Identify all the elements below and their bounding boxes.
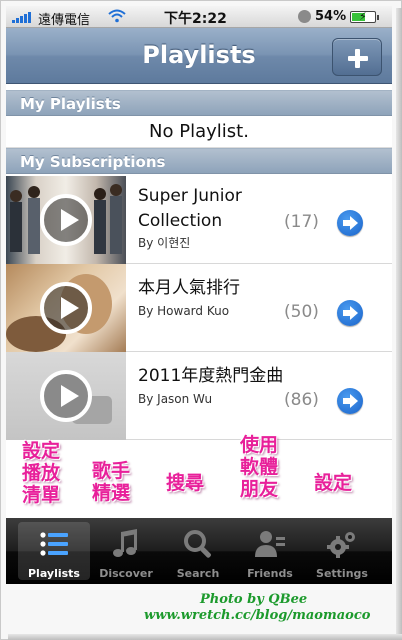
playlist-track-count: (50) (284, 302, 319, 322)
tab-friends[interactable]: Friends (234, 522, 306, 580)
signal-icon (12, 12, 34, 23)
section-header-my-playlists: My Playlists (6, 90, 392, 116)
playlist-track-count: (17) (284, 212, 319, 232)
status-time: 下午2:22 (164, 11, 227, 27)
playlist-title-line2: Collection (138, 211, 223, 231)
wifi-icon (108, 9, 126, 23)
annotation-playlists: 設定 播放 清單 (22, 440, 61, 506)
playlist-author: By 이현진 (138, 236, 191, 250)
tab-label: Settings (316, 567, 368, 580)
status-bar: 遠傳電信 下午2:22 54% ⚡ (6, 6, 392, 28)
arrow-right-icon[interactable] (337, 300, 363, 326)
search-icon (184, 530, 211, 558)
watermark-credit: Photo by QBee (200, 592, 308, 607)
phone-screen: 遠傳電信 下午2:22 54% ⚡ Playlists My Playlists… (6, 6, 392, 584)
playlist-author: By Jason Wu (138, 392, 213, 406)
watermark-url: www.wretch.cc/blog/maomaoco (144, 608, 371, 623)
playlist-title: 本月人氣排行 (138, 278, 240, 298)
add-playlist-button[interactable] (332, 38, 382, 76)
subscription-row[interactable]: Super Junior Collection By 이현진 (17) (6, 176, 392, 264)
play-icon (40, 194, 92, 246)
tab-label: Friends (247, 567, 293, 580)
playlist-thumbnail (6, 176, 126, 264)
playlist-author: By Howard Kuo (138, 304, 230, 318)
play-icon (40, 370, 92, 422)
carrier-name: 遠傳電信 (38, 13, 91, 28)
navigation-bar: Playlists (6, 28, 392, 84)
frame-shadow-bottom (8, 634, 402, 640)
arrow-right-icon[interactable] (337, 210, 363, 236)
playlist-thumbnail (6, 352, 126, 440)
music-note-icon (113, 529, 137, 557)
tab-discover[interactable]: Discover (90, 522, 162, 580)
friends-icon (255, 531, 285, 557)
rotation-lock-icon (298, 10, 311, 23)
tab-settings[interactable]: Settings (306, 522, 378, 580)
subscription-row[interactable]: 2011年度熱門金曲 By Jason Wu (86) (6, 352, 392, 440)
playlist-title: Super Junior (138, 186, 242, 206)
tab-label: Playlists (28, 567, 80, 580)
annotation-area: 設定 播放 清單 歌手 精選 搜尋 使用 軟體 朋友 設定 (6, 434, 392, 518)
tab-label: Discover (99, 567, 153, 580)
gear-icon (327, 532, 355, 558)
empty-playlist-message: No Playlist. (6, 116, 392, 148)
tab-search[interactable]: Search (162, 522, 234, 580)
arrow-right-icon[interactable] (337, 388, 363, 414)
playlist-thumbnail (6, 264, 126, 352)
tab-bar: Playlists Discover Search Friends Settin… (6, 518, 392, 584)
playlist-title: 2011年度熱門金曲 (138, 366, 284, 386)
subscription-row[interactable]: 本月人氣排行 By Howard Kuo (50) (6, 264, 392, 352)
frame-shadow-right (396, 8, 402, 640)
annotation-friends: 使用 軟體 朋友 (240, 434, 279, 500)
annotation-search: 搜尋 (166, 472, 205, 494)
battery-percent: 54% (315, 9, 347, 24)
battery-icon: ⚡ (350, 10, 379, 23)
play-icon (40, 282, 92, 334)
annotation-settings: 設定 (314, 472, 353, 494)
list-icon (40, 532, 68, 556)
tab-label: Search (176, 567, 220, 580)
annotation-discover: 歌手 精選 (92, 460, 131, 504)
playlist-track-count: (86) (284, 390, 319, 410)
tab-playlists[interactable]: Playlists (18, 522, 90, 580)
section-header-my-subscriptions: My Subscriptions (6, 148, 392, 174)
